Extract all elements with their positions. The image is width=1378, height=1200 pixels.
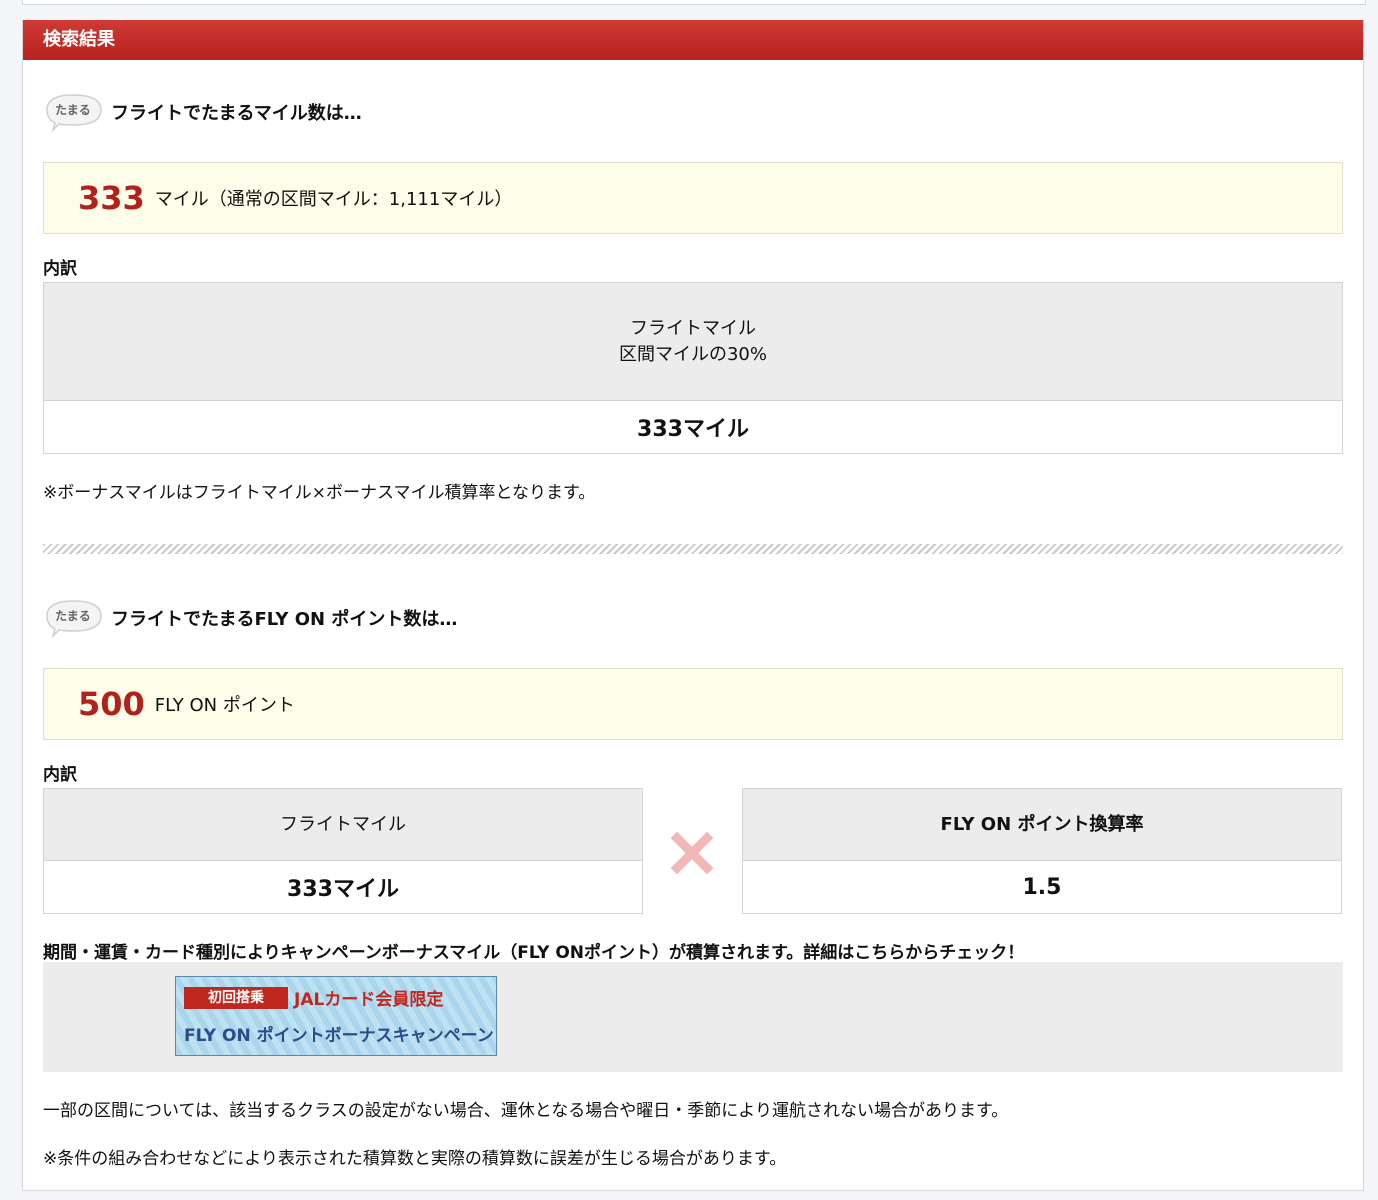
miles-breakdown-table: フライトマイル 区間マイルの30% 333マイル <box>43 282 1343 454</box>
flight-miles-rate: 区間マイルの30% <box>618 343 767 365</box>
top-strip <box>22 0 1366 5</box>
banner-tag: 初回搭乗 <box>184 987 288 1009</box>
flight-miles-table-head: フライトマイル <box>44 789 642 861</box>
flyon-rate-table-head: FLY ON ポイント換算率 <box>743 789 1341 861</box>
flight-miles-table: フライトマイル 333マイル <box>43 788 643 914</box>
flyon-rate-table: FLY ON ポイント換算率 1.5 <box>742 788 1342 914</box>
campaign-area: 初回搭乗 JALカード会員限定 FLY ON ポイントボーナスキャンペーン <box>43 962 1343 1072</box>
flyon-breakdown-label: 内訳 <box>43 765 77 785</box>
multiply-icon <box>670 831 714 875</box>
flight-miles-table-value: 333マイル <box>44 861 642 913</box>
footnote-route: 一部の区間については、該当するクラスの設定がない場合、運休となる場合や曜日・季節… <box>43 1101 1009 1121</box>
footnote-discrepancy: ※条件の組み合わせなどにより表示された積算数と実際の積算数に誤差が生じる場合があ… <box>43 1149 787 1169</box>
miles-breakdown-label: 内訳 <box>43 259 77 279</box>
tamaru-badge-icon: たまる <box>43 92 107 132</box>
flight-miles-label: フライトマイル <box>630 317 756 339</box>
miles-heading-text: フライトでたまるマイル数は… <box>111 103 362 124</box>
bonus-miles-note: ※ボーナスマイルはフライトマイル×ボーナスマイル積算率となります。 <box>43 483 596 503</box>
miles-heading: たまる フライトでたまるマイル数は… <box>43 90 362 134</box>
campaign-banner-link[interactable]: 初回搭乗 JALカード会員限定 FLY ON ポイントボーナスキャンペーン <box>175 976 497 1056</box>
miles-total-value: 333 <box>78 179 145 217</box>
flyon-total-value: 500 <box>78 685 145 723</box>
panel-title: 検索結果 <box>23 20 1363 60</box>
banner-title-jal-card: JALカード会員限定 <box>294 990 444 1010</box>
banner-title-campaign: FLY ON ポイントボーナスキャンペーン <box>184 1026 494 1046</box>
section-divider <box>43 544 1343 554</box>
miles-table-value: 333マイル <box>44 401 1342 453</box>
miles-table-head: フライトマイル 区間マイルの30% <box>44 283 1342 401</box>
campaign-note: 期間・運賃・カード種別によりキャンペーンボーナスマイル（FLY ONポイント）が… <box>43 943 1025 963</box>
flyon-result-box: 500 FLY ON ポイント <box>43 668 1343 740</box>
flyon-heading-text: フライトでたまるFLY ON ポイント数は… <box>111 609 458 630</box>
miles-result-box: 333 マイル（通常の区間マイル：1,111マイル） <box>43 162 1343 234</box>
flyon-rate-table-value: 1.5 <box>743 861 1341 913</box>
tamaru-badge-icon: たまる <box>43 598 107 638</box>
flyon-heading: たまる フライトでたまるFLY ON ポイント数は… <box>43 596 457 640</box>
miles-unit-text: マイル（通常の区間マイル：1,111マイル） <box>154 189 513 210</box>
search-results-panel: 検索結果 たまる フライトでたまるマイル数は… 333 マイル（通常の区間マイル… <box>22 20 1364 1191</box>
flyon-unit-text: FLY ON ポイント <box>154 695 295 716</box>
